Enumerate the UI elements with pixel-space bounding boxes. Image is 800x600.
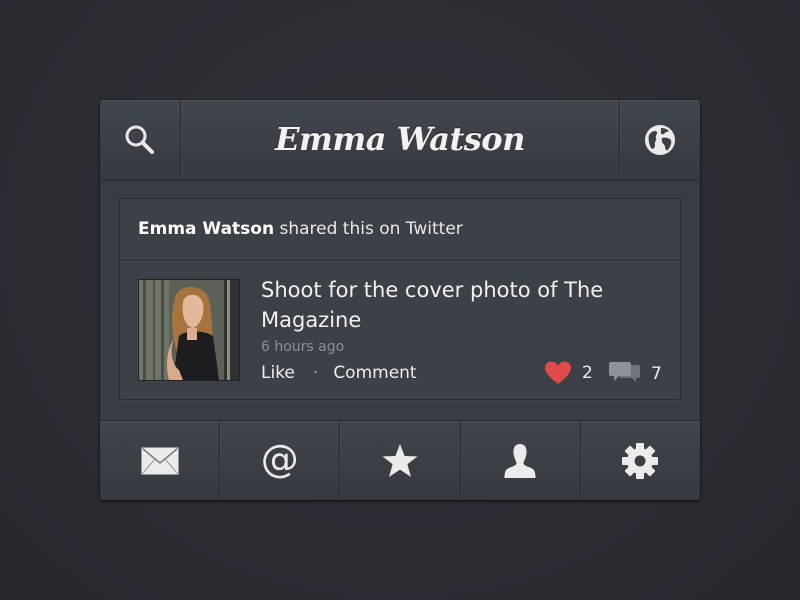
post-photo[interactable] <box>138 279 240 381</box>
shared-notice-text: shared this on Twitter <box>274 219 463 239</box>
user-icon <box>504 444 536 478</box>
shared-notice: Emma Watson shared this on Twitter <box>138 219 463 239</box>
at-icon: @ <box>260 437 299 481</box>
star-icon <box>382 444 418 477</box>
action-separator: · <box>312 363 319 383</box>
globe-button[interactable] <box>619 100 700 180</box>
mentions-button[interactable]: @ <box>220 421 341 500</box>
post-text: Shoot for the cover photo of The Magazin… <box>261 278 604 332</box>
settings-button[interactable] <box>581 421 700 500</box>
comments-count: 7 <box>651 364 662 384</box>
profile-photo <box>139 280 239 380</box>
profile-button[interactable] <box>461 421 581 500</box>
post-timestamp: 6 hours ago <box>261 339 345 355</box>
search-button[interactable] <box>100 100 181 180</box>
author-name[interactable]: Emma Watson <box>138 219 274 239</box>
post-card: Emma Watson shared this on Twitter Shoot… <box>119 198 681 400</box>
post-card-header: Emma Watson shared this on Twitter <box>120 199 680 261</box>
likes-count: 2 <box>582 363 593 383</box>
mail-icon <box>141 447 179 475</box>
settings-gear-icon <box>622 443 659 479</box>
header-bar: Emma Watson <box>100 100 700 181</box>
comment-link[interactable]: Comment <box>333 363 416 383</box>
favorites-button[interactable] <box>340 421 461 500</box>
profile-widget: Emma Watson Emma Watson shared this on T… <box>100 100 700 500</box>
like-link[interactable]: Like <box>261 363 295 383</box>
messages-button[interactable] <box>100 421 221 500</box>
page-title: Emma Watson <box>275 120 525 158</box>
globe-icon <box>645 125 675 155</box>
heart-icon <box>545 361 571 384</box>
bottom-toolbar: @ <box>100 420 700 500</box>
post-actions: Like · Comment <box>261 363 417 383</box>
search-icon <box>125 125 154 154</box>
comments-counter[interactable]: 7 <box>609 361 662 387</box>
comment-bubbles-icon <box>609 362 640 382</box>
likes-counter[interactable]: 2 <box>544 361 593 385</box>
